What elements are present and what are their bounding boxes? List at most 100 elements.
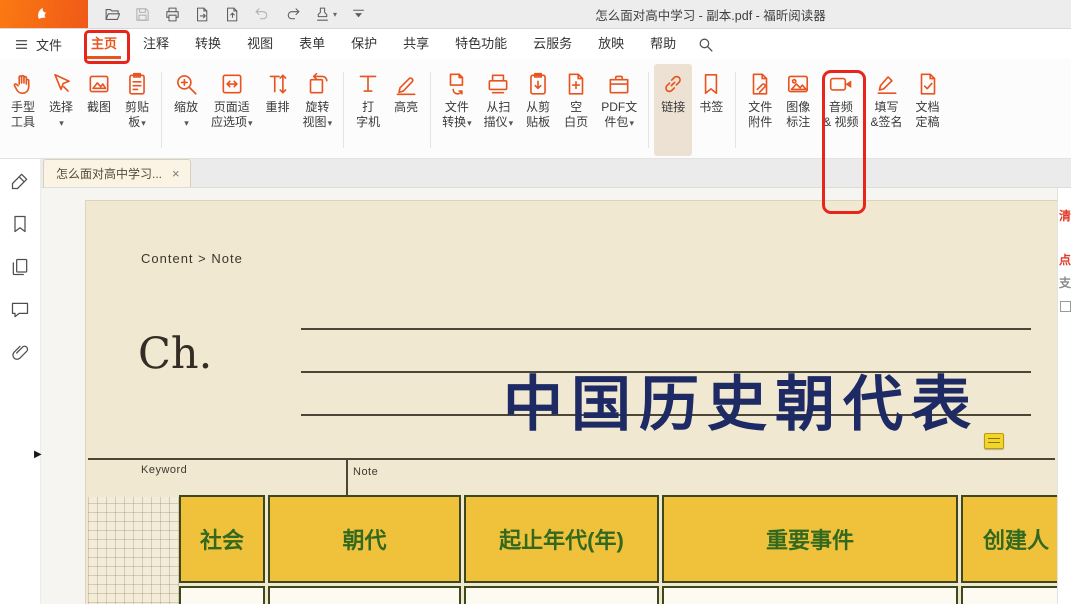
- menu-tab-form[interactable]: 表单: [286, 29, 338, 59]
- label-line: &签名: [871, 115, 903, 129]
- navigation-sidebar: [0, 159, 41, 604]
- table-header-cell: 重要事件: [662, 495, 958, 583]
- ribbon-button-link[interactable]: 链接: [654, 64, 692, 156]
- ribbon-button-snapshot[interactable]: 截图: [80, 64, 118, 156]
- ribbon-button-highlight[interactable]: 高亮: [387, 64, 425, 156]
- ribbon-button-bookmark[interactable]: 书签: [692, 64, 730, 156]
- ribbon-button-file-attachment[interactable]: 文件附件: [741, 64, 779, 156]
- ribbon-button-image-annotation[interactable]: 图像标注: [779, 64, 817, 156]
- package-icon: [606, 68, 632, 100]
- label-line: 白页: [564, 115, 588, 129]
- menu-tab-convert[interactable]: 转换: [182, 29, 234, 59]
- menu-tab-cloud[interactable]: 云服务: [520, 29, 585, 59]
- create-pdf-button[interactable]: [224, 6, 241, 23]
- search-icon[interactable]: [697, 36, 714, 53]
- panel-checkbox[interactable]: [1060, 301, 1071, 312]
- ribbon-button-fill-sign[interactable]: 填写&签名: [865, 64, 909, 156]
- ribbon-button-label: 文件附件: [748, 100, 772, 130]
- menu-tab-view[interactable]: 视图: [234, 29, 286, 59]
- ribbon-button-doc-finalize[interactable]: 文档定稿: [909, 64, 947, 156]
- attachments-icon[interactable]: [10, 343, 30, 363]
- ribbon-button-pdf-package[interactable]: PDF文件包▾: [595, 64, 643, 156]
- doc-create-icon: [224, 6, 241, 23]
- comments-icon[interactable]: [10, 300, 30, 320]
- ribbon-button-blank-page[interactable]: 空白页: [557, 64, 595, 156]
- table-header-cell: 朝代: [268, 495, 461, 583]
- label-line: 截图: [87, 100, 111, 114]
- sticky-note-annotation-icon[interactable]: [984, 433, 1004, 449]
- table-header-cell: 社会: [179, 495, 265, 583]
- menu-tab-protect[interactable]: 保护: [338, 29, 390, 59]
- menu-tab-comment[interactable]: 注释: [130, 29, 182, 59]
- document-tab[interactable]: 怎么面对高中学习... ×: [43, 159, 191, 187]
- open-file-button[interactable]: [104, 6, 121, 23]
- video-icon: [828, 68, 854, 100]
- undo-icon: [254, 6, 271, 23]
- ribbon-button-clipboard[interactable]: 剪贴板▾: [118, 64, 156, 156]
- scanner-icon: [485, 68, 511, 100]
- reflow-icon: [265, 68, 291, 100]
- ribbon-button-label: 打字机: [356, 100, 380, 130]
- ribbon-button-zoom[interactable]: 缩放▾: [167, 64, 205, 156]
- column-divider-line: [346, 458, 348, 495]
- ribbon-button-typewriter[interactable]: 打字机: [349, 64, 387, 156]
- ribbon-button-page-fit-options[interactable]: 页面适应选项▾: [205, 64, 259, 156]
- export-pdf-button[interactable]: [194, 6, 211, 23]
- label-line: 应选项: [211, 115, 247, 129]
- undo-button[interactable]: [254, 6, 271, 23]
- label-line: 贴板: [526, 115, 550, 129]
- ribbon-button-label: 重排: [266, 100, 290, 115]
- bookmarks-icon[interactable]: [10, 214, 30, 234]
- label-line: 视图: [303, 115, 327, 129]
- label-line: 标注: [786, 115, 810, 129]
- menu-tab-present[interactable]: 放映: [585, 29, 637, 59]
- label-line: 打: [362, 100, 374, 114]
- panel-item: 清: [1059, 210, 1071, 222]
- tab-close-icon[interactable]: ×: [172, 167, 180, 180]
- ribbon-button-select-tool[interactable]: 选择▾: [42, 64, 80, 156]
- menu-tabs: 主页注释转换视图表单保护共享特色功能云服务放映帮助: [78, 29, 689, 59]
- ribbon-button-rotate-view[interactable]: 旋转视图▾: [297, 64, 339, 156]
- menu-tab-features[interactable]: 特色功能: [442, 29, 520, 59]
- attach-icon: [747, 68, 773, 100]
- ribbon-button-audio-video[interactable]: 音频& 视频: [817, 64, 864, 156]
- redo-button[interactable]: [284, 6, 301, 23]
- menu-file-button[interactable]: 文件: [14, 35, 62, 54]
- label-line: 高亮: [394, 100, 418, 114]
- menu-tab-home[interactable]: 主页: [78, 29, 130, 59]
- menu-tab-share[interactable]: 共享: [390, 29, 442, 59]
- pen-icon[interactable]: [10, 171, 30, 191]
- ribbon-button-file-convert[interactable]: 文件转换▾: [436, 64, 478, 156]
- hamburger-icon: [14, 37, 29, 52]
- label-line: 手型: [11, 100, 35, 114]
- label-line: 缩放: [174, 100, 198, 114]
- ribbon-button-from-clipboard[interactable]: 从剪贴板: [519, 64, 557, 156]
- ribbon-button-reflow[interactable]: 重排: [259, 64, 297, 156]
- ribbon-toolbar: 手型工具选择▾截图剪贴板▾缩放▾页面适应选项▾重排旋转视图▾打字机高亮文件转换▾…: [0, 59, 1071, 159]
- ribbon-button-label: 填写&签名: [871, 100, 903, 130]
- label-line: 描仪: [484, 115, 508, 129]
- table-body-cell: [961, 586, 1058, 604]
- pagefit-icon: [219, 68, 245, 100]
- stamp-icon: [314, 6, 331, 23]
- graph-paper-grid: [88, 497, 179, 604]
- document-tab-label: 怎么面对高中学习...: [56, 165, 162, 182]
- ribbon-button-label: 文档定稿: [916, 100, 940, 130]
- sidebar-expand-button[interactable]: ▶: [34, 449, 42, 460]
- pages-icon[interactable]: [10, 257, 30, 277]
- ribbon-separator: [343, 72, 344, 148]
- ribbon-button-from-scanner[interactable]: 从扫描仪▾: [478, 64, 520, 156]
- menu-tab-help[interactable]: 帮助: [637, 29, 689, 59]
- foxit-logo-icon: [34, 4, 54, 24]
- print-button[interactable]: [164, 6, 181, 23]
- ribbon-button-hand-tool[interactable]: 手型工具: [4, 64, 42, 156]
- highlight-icon: [393, 68, 419, 100]
- save-button[interactable]: [134, 6, 151, 23]
- dropdown-arrow-icon: ▾: [248, 118, 253, 128]
- document-tab-bar: 怎么面对高中学习... ×: [41, 159, 1071, 188]
- ribbon-button-label: 页面适应选项▾: [211, 100, 253, 131]
- stamp-tool-button[interactable]: ▾: [314, 6, 337, 23]
- label-line: 件包: [604, 115, 628, 129]
- customize-toolbar-button[interactable]: [350, 6, 367, 23]
- select-icon: [48, 68, 74, 100]
